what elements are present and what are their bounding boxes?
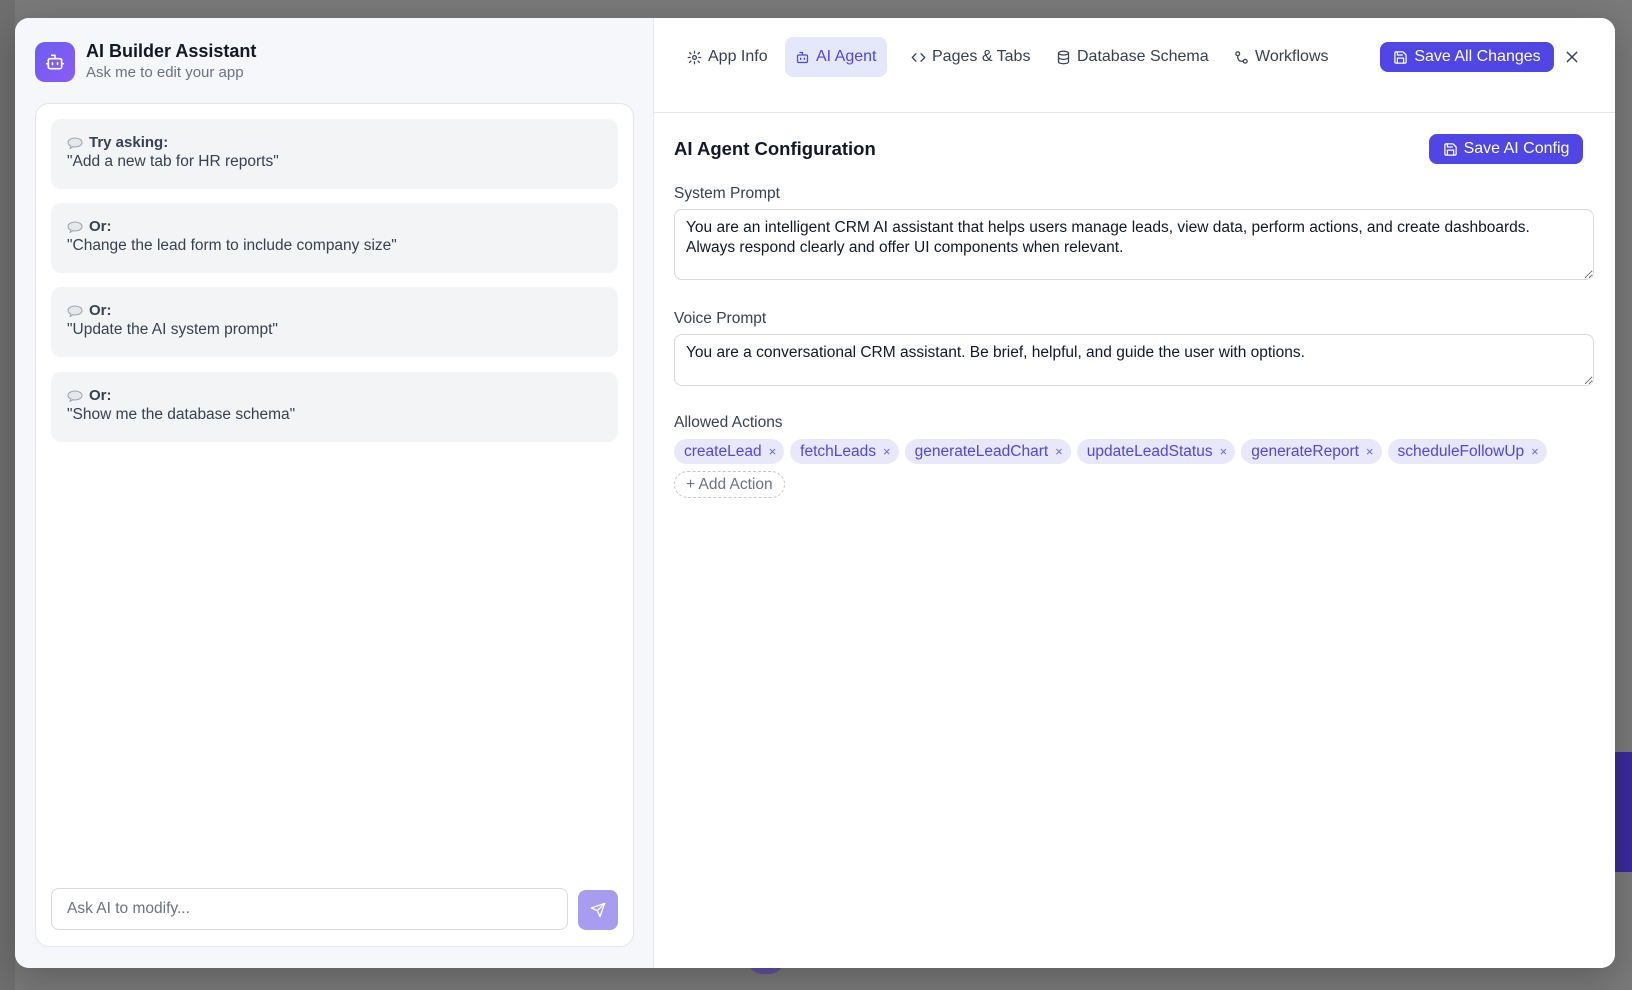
remove-action-icon[interactable]: × <box>1055 444 1063 459</box>
config-panel: App Info AI Agent Pages & Tabs Database … <box>654 18 1615 968</box>
save-all-label: Save All Changes <box>1414 48 1541 65</box>
suggestion-text: "Add a new tab for HR reports" <box>67 153 279 170</box>
suggestion-text: "Show me the database schema" <box>67 406 296 423</box>
tab-workflows[interactable]: Workflows <box>1224 37 1339 77</box>
remove-action-icon[interactable]: × <box>1531 444 1539 459</box>
tab-label: AI Agent <box>816 48 877 65</box>
send-icon <box>590 902 606 918</box>
tab-label: App Info <box>708 48 768 65</box>
action-chip: updateLeadStatus × <box>1076 439 1236 464</box>
remove-action-icon[interactable]: × <box>1220 444 1228 459</box>
tab-label: Workflows <box>1255 48 1329 65</box>
backdrop <box>0 0 15 990</box>
section-title: AI Agent Configuration <box>674 138 876 159</box>
chat-input-box <box>51 888 568 930</box>
tab-bar: App Info AI Agent Pages & Tabs Database … <box>654 18 1615 113</box>
action-chip-label: generateLeadChart <box>914 442 1049 460</box>
remove-action-icon[interactable]: × <box>769 444 777 459</box>
tab-pages-tabs[interactable]: Pages & Tabs <box>901 37 1040 77</box>
allowed-actions-label: Allowed Actions <box>674 414 783 431</box>
assistant-subtitle: Ask me to edit your app <box>86 64 244 81</box>
assistant-panel: AI Builder Assistant Ask me to edit your… <box>15 18 654 968</box>
assistant-title: AI Builder Assistant <box>86 41 257 61</box>
save-ai-config-label: Save AI Config <box>1463 140 1570 157</box>
action-chip: generateReport × <box>1241 439 1382 464</box>
suggestion-card[interactable]: Try asking: "Add a new tab for HR report… <box>51 119 618 189</box>
suggestion-card[interactable]: Or: "Show me the database schema" <box>51 372 618 442</box>
system-prompt-textarea[interactable]: You are an intelligent CRM AI assistant … <box>674 209 1594 280</box>
add-action-button[interactable]: + Add Action <box>674 471 785 498</box>
action-chip: createLead × <box>674 439 785 464</box>
suggestion-card[interactable]: Or: "Update the AI system prompt" <box>51 287 618 357</box>
tab-database-schema[interactable]: Database Schema <box>1046 37 1219 77</box>
bot-icon <box>35 41 75 82</box>
allowed-actions-list: createLead × fetchLeads × generateLeadChar… <box>674 439 1594 498</box>
suggestion-heading: Try asking: <box>89 134 169 151</box>
suggestion-heading: Or: <box>89 387 112 404</box>
suggestion-card[interactable]: Or: "Change the lead form to include com… <box>51 203 618 273</box>
chat-area: Try asking: "Add a new tab for HR report… <box>35 103 634 947</box>
gear-icon <box>687 50 702 64</box>
suggestion-text: "Update the AI system prompt" <box>67 321 278 338</box>
suggestion-text: "Change the lead form to include company… <box>67 237 397 254</box>
speech-bubble-icon <box>67 137 83 149</box>
save-all-changes-button[interactable]: Save All Changes <box>1380 42 1554 72</box>
send-button[interactable] <box>578 890 618 930</box>
save-icon <box>1394 50 1408 64</box>
bot-icon <box>796 51 809 63</box>
voice-prompt-label: Voice Prompt <box>674 310 767 327</box>
speech-bubble-icon <box>67 305 83 317</box>
action-chip: scheduleFollowUp × <box>1387 439 1547 464</box>
suggestion-heading: Or: <box>89 218 112 235</box>
speech-bubble-icon <box>67 221 83 233</box>
action-chip-label: scheduleFollowUp <box>1397 442 1525 460</box>
suggestion-heading: Or: <box>89 302 112 319</box>
speech-bubble-icon <box>67 390 83 402</box>
tab-ai-agent[interactable]: AI Agent <box>785 37 887 77</box>
save-icon <box>1443 142 1457 156</box>
tab-app-info[interactable]: App Info <box>677 37 778 77</box>
close-button[interactable] <box>1560 45 1584 69</box>
system-prompt-label: System Prompt <box>674 185 780 202</box>
remove-action-icon[interactable]: × <box>1366 444 1374 459</box>
tab-label: Database Schema <box>1077 48 1209 65</box>
database-icon <box>1057 50 1070 64</box>
save-ai-config-button[interactable]: Save AI Config <box>1429 134 1583 164</box>
action-chip: generateLeadChart × <box>904 439 1071 464</box>
action-chip: fetchLeads × <box>790 439 899 464</box>
close-icon <box>1566 51 1578 63</box>
voice-prompt-textarea[interactable]: You are a conversational CRM assistant. … <box>674 334 1594 386</box>
code-icon <box>911 52 926 62</box>
chat-input[interactable] <box>67 900 567 918</box>
remove-action-icon[interactable]: × <box>883 444 891 459</box>
action-chip-label: createLead <box>684 442 762 460</box>
tab-label: Pages & Tabs <box>932 48 1031 65</box>
action-chip-label: updateLeadStatus <box>1086 442 1213 460</box>
ai-builder-modal: AI Builder Assistant Ask me to edit your… <box>15 18 1615 968</box>
action-chip-label: fetchLeads <box>800 442 876 460</box>
workflow-icon <box>1235 50 1248 64</box>
assistant-header: AI Builder Assistant Ask me to edit your… <box>35 40 256 83</box>
action-chip-label: generateReport <box>1251 442 1359 460</box>
